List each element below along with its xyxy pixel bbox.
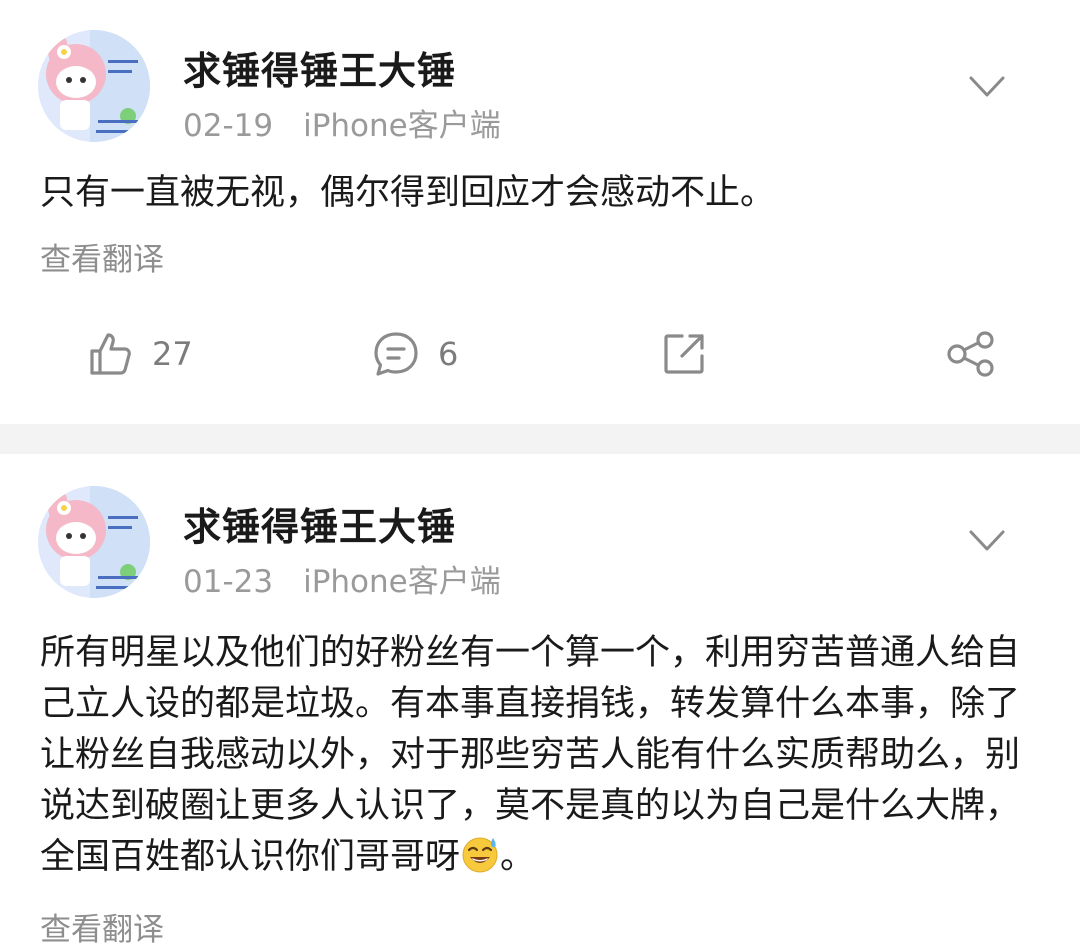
post-meta: 02-19 iPhone客户端 (183, 100, 501, 145)
translate-link[interactable]: 查看翻译 (40, 904, 164, 944)
repost-button[interactable] (660, 318, 708, 390)
like-button[interactable]: 27 (86, 318, 193, 390)
post-date: 01-23 (183, 564, 274, 600)
post-content: 只有一直被无视，偶尔得到回应才会感动不止。 (40, 173, 776, 213)
share-button[interactable] (946, 318, 996, 390)
avatar[interactable] (38, 30, 150, 142)
avatar[interactable] (38, 486, 150, 598)
chevron-down-icon[interactable] (968, 74, 1006, 100)
post-card[interactable]: 求锤得锤王大锤 02-19 iPhone客户端 只有一直被无视，偶尔得到回应才会感… (0, 0, 1080, 424)
post-card[interactable]: 求锤得锤王大锤 01-23 iPhone客户端 所有明星以及他们的好粉丝有一个算一… (0, 454, 1080, 944)
translate-link[interactable]: 查看翻译 (40, 234, 164, 279)
share-icon (947, 331, 994, 377)
like-count: 27 (152, 335, 193, 373)
username[interactable]: 求锤得锤王大锤 (183, 496, 456, 551)
post-meta: 01-23 iPhone客户端 (183, 556, 501, 601)
comment-button[interactable]: 6 (372, 318, 458, 390)
post-source: iPhone客户端 (303, 108, 501, 144)
feed-divider (0, 424, 1080, 454)
post-content-end: 。 (500, 837, 536, 877)
post-source: iPhone客户端 (303, 564, 501, 600)
post-content: 所有明星以及他们的好粉丝有一个算一个，利用穷苦普通人给自己立人设的都是垃圾。有本… (40, 628, 1050, 883)
comment-icon (374, 332, 418, 376)
username[interactable]: 求锤得锤王大锤 (183, 40, 456, 95)
weibo-feed: 求锤得锤王大锤 02-19 iPhone客户端 只有一直被无视，偶尔得到回应才会感… (0, 0, 1080, 944)
post-date: 02-19 (183, 108, 274, 144)
sweat-smile-emoji (462, 837, 498, 873)
thumbs-up-icon (90, 333, 131, 375)
repost-icon (664, 334, 704, 374)
chevron-down-icon[interactable] (968, 528, 1006, 554)
action-bar: 27 6 (0, 318, 1080, 390)
comment-count: 6 (438, 335, 459, 373)
